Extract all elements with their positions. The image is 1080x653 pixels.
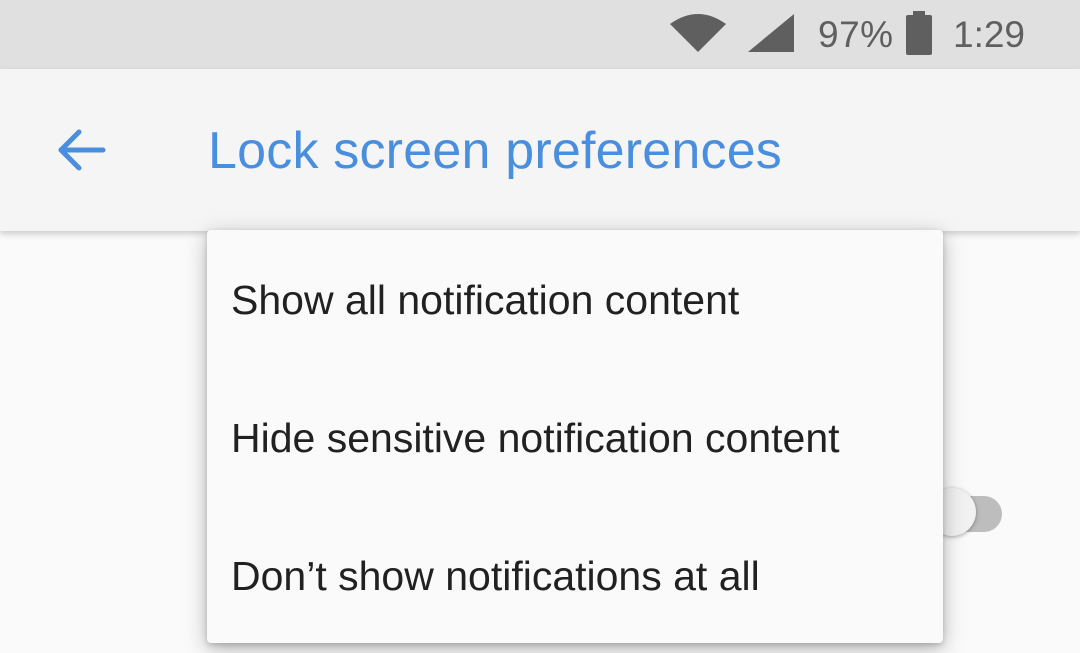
menu-item-show-all[interactable]: Show all notification content — [207, 230, 943, 368]
app-bar: Lock screen preferences — [0, 69, 1080, 231]
wifi-icon — [670, 14, 726, 52]
status-bar: 97% 1:29 — [0, 0, 1080, 69]
back-button[interactable] — [40, 110, 120, 190]
notification-content-menu: Show all notification content Hide sensi… — [207, 230, 943, 643]
clock-time: 1:29 — [953, 14, 1026, 55]
battery-percent: 97% — [818, 14, 894, 55]
menu-item-dont-show[interactable]: Don’t show notifications at all — [207, 506, 943, 644]
menu-item-label: Show all notification content — [231, 277, 740, 323]
page-title: Lock screen preferences — [208, 122, 783, 180]
battery-icon — [906, 11, 932, 55]
menu-item-label: Don’t show notifications at all — [231, 553, 760, 599]
screen: 97% 1:29 Lock screen preferences Show al… — [0, 0, 1080, 653]
menu-item-hide-sensitive[interactable]: Hide sensitive notification content — [207, 368, 943, 506]
cell-signal-icon — [748, 14, 794, 52]
arrow-back-icon — [58, 129, 106, 171]
menu-item-label: Hide sensitive notification content — [231, 415, 840, 461]
